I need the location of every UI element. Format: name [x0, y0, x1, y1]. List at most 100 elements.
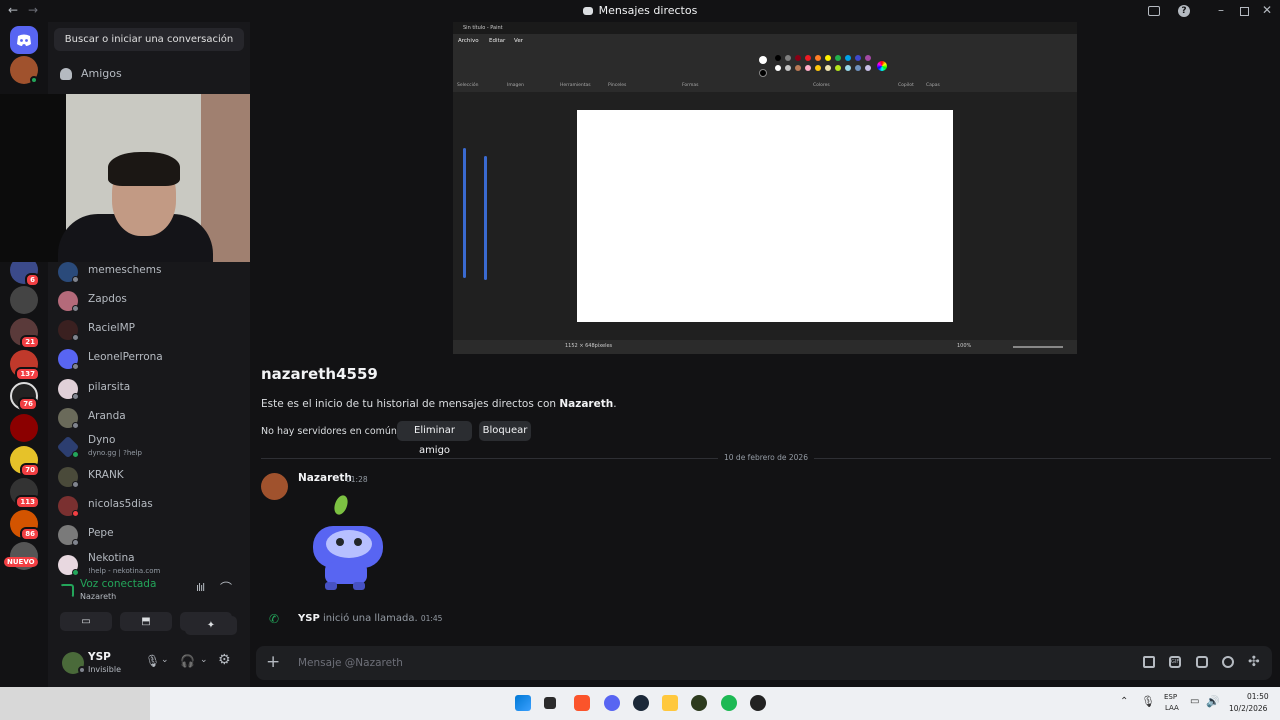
invisible-status-icon	[78, 666, 86, 674]
chevron-up-icon[interactable]: ⌃	[1120, 696, 1128, 707]
app-icon[interactable]	[691, 695, 707, 711]
user-name: YSP	[88, 651, 111, 663]
paint-title: Sin título - Paint	[453, 22, 1077, 34]
screen-share-icon: ⬒	[141, 616, 151, 627]
settings-gear-icon[interactable]: ⚙	[218, 652, 231, 668]
language-indicator[interactable]: ESP	[1164, 693, 1177, 701]
start-button[interactable]	[515, 695, 531, 711]
headphones-icon[interactable]: 🎧	[180, 654, 195, 668]
friends-label: Amigos	[81, 67, 122, 80]
discord-taskbar-icon[interactable]	[604, 695, 620, 711]
dm-item[interactable]: Dyno dyno.gg | ?help	[56, 434, 243, 460]
volume-icon[interactable]: 🔊	[1206, 695, 1220, 708]
minimize-button[interactable]: –	[1218, 3, 1224, 17]
message-avatar[interactable]	[261, 473, 288, 500]
clock-date[interactable]: 10/2/2026	[1229, 704, 1267, 713]
friends-icon	[60, 68, 72, 80]
microphone-icon[interactable]: 🎙	[145, 654, 160, 668]
dm-name: nicolas5dias	[88, 498, 153, 510]
server-icon[interactable]: 86	[10, 510, 40, 541]
friends-link[interactable]: Amigos	[60, 66, 240, 86]
dm-item[interactable]: LeonelPerrona	[58, 346, 243, 372]
server-icon[interactable]: 113	[10, 478, 40, 509]
block-button[interactable]: Bloquear	[479, 421, 531, 441]
title-bar: ← → Mensajes directos ? – ✕	[0, 0, 1280, 22]
soundboard-icon[interactable]: ılıl	[196, 581, 205, 594]
apps-icon[interactable]: ✣	[1248, 654, 1260, 670]
profile-username: nazareth4559	[261, 365, 378, 383]
dm-item[interactable]: RacielMP	[58, 317, 243, 343]
dm-name: Aranda	[88, 410, 126, 422]
message-input[interactable]: Mensaje @Nazareth	[298, 657, 403, 669]
gift-icon[interactable]	[1143, 656, 1155, 668]
screen-share-stream[interactable]: Sin título - Paint Archivo Editar Ver Se…	[453, 22, 1077, 354]
dm-item[interactable]: pilarsita	[58, 376, 243, 402]
file-explorer-icon[interactable]	[662, 695, 678, 711]
inbox-icon[interactable]	[1148, 6, 1160, 16]
mention-badge: 21	[20, 335, 40, 349]
paint-canvas[interactable]	[577, 110, 953, 322]
chevron-down-icon[interactable]: ⌄	[200, 655, 208, 665]
mention-badge: 137	[15, 367, 40, 381]
paint-menu-file[interactable]: Archivo	[458, 38, 479, 44]
paint-zoom[interactable]: 100%	[957, 343, 971, 349]
message-author[interactable]: Nazareth	[298, 472, 352, 484]
soundboard-button[interactable]: ✦	[185, 616, 237, 635]
signal-icon	[60, 584, 74, 598]
dm-item[interactable]: memeschems	[58, 259, 243, 285]
dm-name: RacielMP	[88, 322, 135, 334]
steam-icon[interactable]	[633, 695, 649, 711]
mention-badge: 70	[20, 463, 40, 477]
screen-share-button[interactable]: ⬒	[120, 612, 172, 631]
dm-name: KRANK	[88, 469, 124, 481]
paint-group-label: Selección	[457, 83, 479, 88]
search-input[interactable]: Buscar o iniciar una conversación	[54, 28, 244, 51]
dm-item[interactable]: nicolas5dias	[58, 493, 243, 519]
server-icon[interactable]	[10, 286, 38, 314]
paint-size-slider[interactable]	[463, 148, 466, 278]
chevron-down-icon[interactable]: ⌄	[161, 655, 169, 665]
dm-name: Nekotina	[88, 552, 135, 564]
server-icon[interactable]: 76	[10, 382, 38, 411]
emoji-icon[interactable]	[1222, 656, 1234, 668]
paint-group-label: Formas	[682, 83, 699, 88]
network-icon[interactable]: ▭	[1190, 696, 1199, 707]
microphone-tray-icon[interactable]: 🎙	[1141, 695, 1155, 708]
paint-menu-edit[interactable]: Editar	[489, 38, 505, 44]
wumpus-sticker[interactable]	[305, 492, 390, 594]
paint-group-label: Herramientas	[560, 83, 591, 88]
server-icon[interactable]	[10, 414, 38, 442]
dm-item[interactable]: Pepe	[58, 522, 243, 548]
disconnect-icon[interactable]: ⌒	[220, 579, 232, 596]
spotify-icon[interactable]	[721, 695, 737, 711]
sticker-icon[interactable]	[1196, 656, 1208, 668]
dm-item[interactable]: Aranda	[58, 405, 243, 431]
dm-name: LeonelPerrona	[88, 351, 163, 363]
voice-channel[interactable]: Nazareth	[80, 592, 116, 601]
camera-button[interactable]: ▭	[60, 612, 112, 631]
dm-item[interactable]: Zapdos	[58, 288, 243, 314]
server-icon[interactable]: 70	[10, 446, 40, 477]
voice-status: Voz conectada	[80, 578, 157, 590]
paint-group-label: Imagen	[507, 83, 524, 88]
gif-icon[interactable]: GIF	[1169, 656, 1181, 668]
paint-menu-view[interactable]: Ver	[514, 38, 523, 44]
app-icon[interactable]	[750, 695, 766, 711]
remove-friend-button[interactable]: Eliminar amigo	[397, 421, 472, 456]
brave-icon[interactable]	[574, 695, 590, 711]
help-icon[interactable]: ?	[1178, 5, 1190, 17]
attach-plus-icon[interactable]: +	[266, 652, 280, 672]
clock-time[interactable]: 01:50	[1247, 692, 1269, 701]
keyboard-layout[interactable]: LAA	[1165, 704, 1179, 712]
paint-opacity-slider[interactable]	[484, 156, 487, 280]
task-view-icon[interactable]	[544, 697, 556, 709]
server-icon[interactable]: 137	[10, 350, 40, 381]
close-button[interactable]: ✕	[1262, 3, 1272, 17]
discord-logo-icon	[17, 34, 31, 46]
dm-avatar[interactable]	[10, 56, 38, 84]
server-icon[interactable]: 21	[10, 318, 40, 349]
dm-item[interactable]: KRANK	[58, 464, 243, 490]
maximize-button[interactable]	[1240, 7, 1249, 16]
home-button[interactable]	[10, 26, 38, 54]
